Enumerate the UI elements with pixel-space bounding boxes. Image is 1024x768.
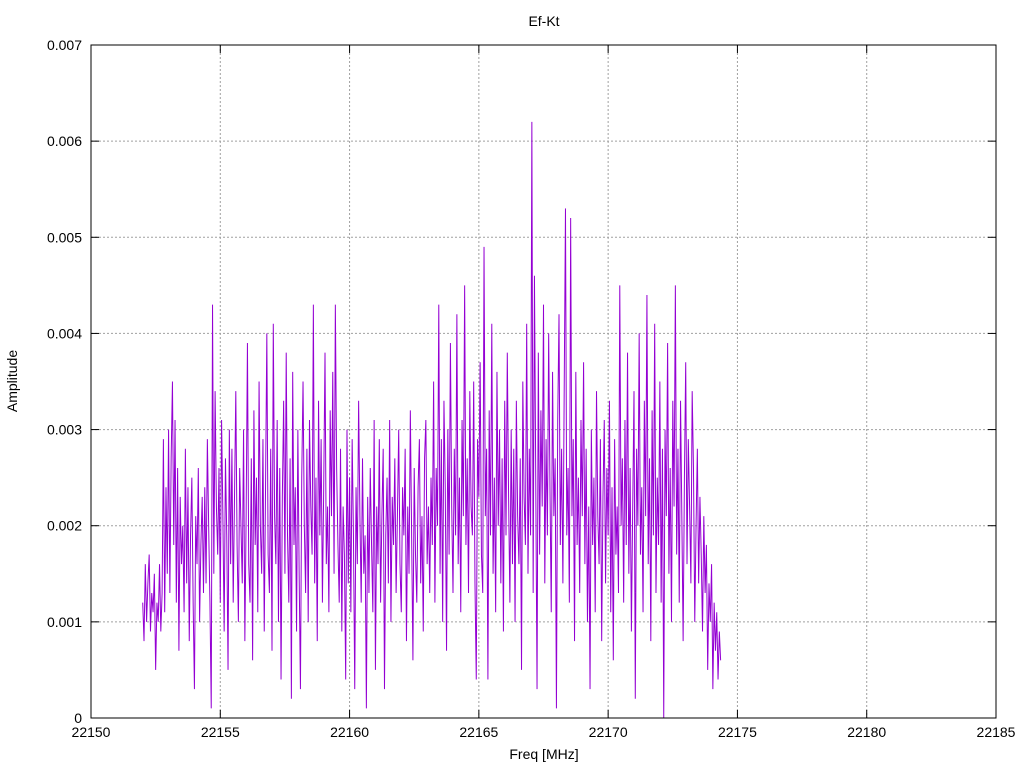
series-layer	[142, 121, 722, 719]
amplitude-series-line	[142, 121, 722, 719]
y-tick-label: 0.002	[47, 518, 82, 534]
x-tick-label: 22155	[201, 724, 240, 740]
chart-title: Ef-Kt	[528, 13, 559, 29]
y-tick-label: 0.007	[47, 37, 82, 53]
y-tick-label: 0.001	[47, 614, 82, 630]
y-axis-label: Amplitude	[4, 350, 20, 412]
x-tick-label: 22165	[459, 724, 498, 740]
y-tick-label: 0	[74, 710, 82, 726]
y-tick-label: 0.006	[47, 133, 82, 149]
x-tick-label: 22170	[589, 724, 628, 740]
x-tick-label: 22185	[977, 724, 1016, 740]
x-axis-label: Freq [MHz]	[509, 746, 578, 762]
y-tick-label: 0.003	[47, 422, 82, 438]
x-tick-label: 22150	[72, 724, 111, 740]
y-tick-label: 0.004	[47, 325, 82, 341]
x-tick-label: 22175	[718, 724, 757, 740]
y-tick-label: 0.005	[47, 229, 82, 245]
x-tick-label: 22180	[847, 724, 886, 740]
x-tick-label: 22160	[330, 724, 369, 740]
spectrum-chart: Ef-Kt 22150 22155 22160 22165 22170 22175 2218…	[4, 13, 1016, 762]
